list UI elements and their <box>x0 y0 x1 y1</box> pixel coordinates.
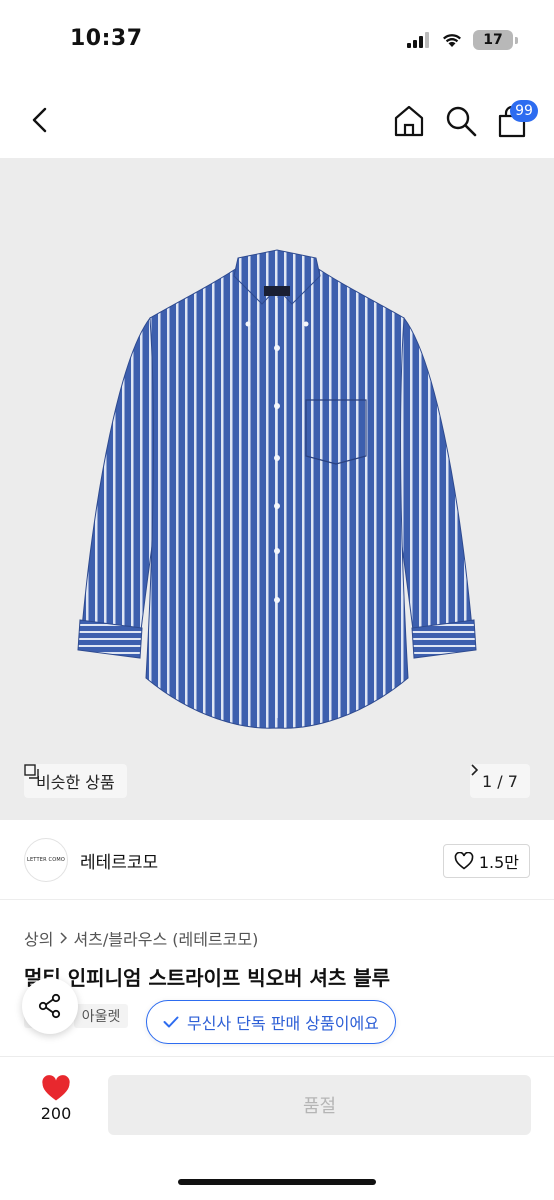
battery-icon: 17 <box>473 30 513 50</box>
status-time: 10:37 <box>70 26 143 51</box>
wish-button[interactable]: 200 <box>34 1075 78 1123</box>
product-image-gallery[interactable]: 비슷한 상품 1 / 7 <box>0 158 554 820</box>
home-icon[interactable] <box>390 102 428 140</box>
chevron-right-icon <box>471 764 478 776</box>
exclusive-notice-text: 무신사 단독 판매 상품이에요 <box>187 1014 379 1033</box>
similar-products-label: 비슷한 상품 <box>36 773 115 792</box>
image-page-indicator[interactable]: 1 / 7 <box>470 764 530 798</box>
battery-nub <box>515 36 518 44</box>
share-button[interactable] <box>22 978 78 1034</box>
similar-icon <box>24 764 39 779</box>
buy-button[interactable]: 품절 <box>108 1075 531 1135</box>
image-page-number: 1 / 7 <box>482 771 518 791</box>
home-indicator[interactable] <box>178 1179 376 1185</box>
breadcrumb: 상의 셔츠/블라우스 (레테르코모) <box>24 926 258 950</box>
nav-bar <box>0 84 554 158</box>
brand-like-button[interactable]: 1.5만 <box>442 844 530 878</box>
breadcrumb-item[interactable]: 상의 <box>24 926 53 950</box>
breadcrumb-item[interactable]: 셔츠/블라우스 (레테르코모) <box>73 926 258 950</box>
check-icon <box>163 1016 179 1028</box>
signal-icon <box>407 32 429 48</box>
heart-outline-icon <box>454 852 474 870</box>
brand-like-count: 1.5만 <box>478 853 519 872</box>
brand-name[interactable]: 레테르코모 <box>80 848 158 873</box>
product-image <box>77 249 477 729</box>
brand-logo[interactable]: LETTER COMO <box>24 838 68 882</box>
cart-badge: 99 <box>510 100 538 122</box>
chevron-right-icon <box>60 932 68 944</box>
similar-products-button[interactable]: 비슷한 상품 <box>24 764 127 798</box>
search-icon[interactable] <box>442 102 480 140</box>
brand-row[interactable]: LETTER COMO 레테르코모 1.5만 <box>0 820 554 900</box>
heart-filled-icon <box>42 1075 70 1101</box>
exclusive-notice: 무신사 단독 판매 상품이에요 <box>146 1000 396 1044</box>
tag: 아울렛 <box>73 1004 129 1028</box>
status-icons: 17 <box>407 30 518 50</box>
product-title: 멀티 인피니엄 스트라이프 빅오버 셔츠 블루 <box>24 966 391 990</box>
back-icon[interactable] <box>22 102 58 138</box>
status-bar: 10:37 17 <box>0 0 554 84</box>
wish-count: 200 <box>40 1104 72 1123</box>
wifi-icon <box>443 34 461 47</box>
battery-level: 17 <box>483 32 503 48</box>
share-icon <box>38 993 61 1019</box>
